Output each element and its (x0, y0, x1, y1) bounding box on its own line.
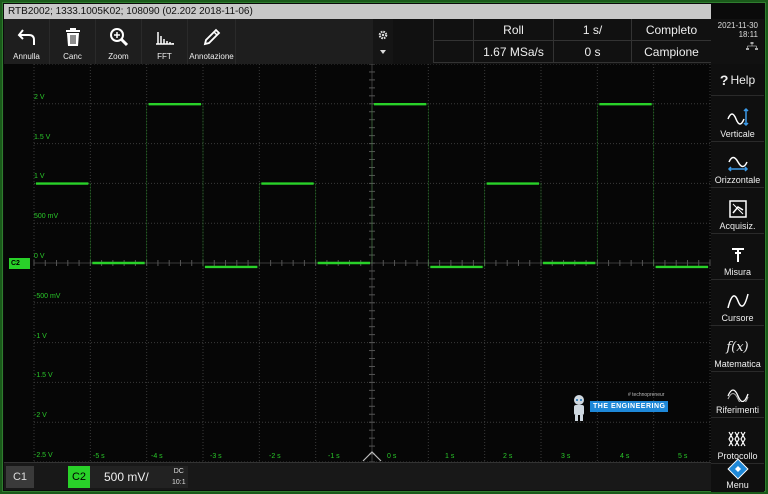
probe-ratio-label: 10:1 (172, 479, 186, 486)
x-tick-label: -3 s (210, 453, 222, 460)
time-offset-field[interactable]: 0 s (553, 41, 631, 63)
help-icon: ? (719, 71, 729, 88)
measure-icon (729, 243, 747, 267)
x-tick-label: 5 s (678, 453, 688, 460)
undo-icon (17, 25, 37, 49)
watermark-tagline: # technopreneur (628, 392, 665, 398)
vertical-icon (726, 105, 749, 129)
x-tick-label: -5 s (93, 453, 105, 460)
fft-icon (154, 25, 176, 49)
delete-label: Canc (63, 52, 82, 61)
run-mode-field[interactable]: Roll (473, 19, 553, 41)
zoom-icon (109, 25, 129, 49)
x-tick-label: 2 s (503, 453, 513, 460)
gear-icon (378, 30, 388, 39)
horizontal-button[interactable]: Orizzontale (711, 142, 764, 188)
menu-button[interactable]: Menu (711, 452, 764, 492)
x-tick-label: 1 s (445, 453, 455, 460)
clock-time: 18:11 (738, 30, 758, 39)
protocol-icon (727, 427, 749, 451)
horizontal-icon (727, 151, 749, 175)
y-tick-label: 500 mV (34, 213, 59, 220)
x-tick-label: -1 s (328, 453, 340, 460)
math-label: Matematica (714, 359, 761, 369)
title-bar: RTB2002; 1333.1005K02; 108090 (02.202 20… (4, 4, 711, 19)
y-tick-label: -2 V (34, 412, 47, 419)
help-label: Help (730, 72, 756, 87)
watermark-name: THE ENGINEERING (590, 401, 669, 412)
reference-icon (726, 381, 749, 405)
y-tick-label: -1.5 V (34, 372, 53, 379)
x-tick-label: -2 s (269, 453, 281, 460)
undo-button[interactable]: Annulla (4, 19, 50, 64)
acquisition-status: Roll 1 s/ Completo 1.67 MSa/s 0 s Campio… (393, 19, 711, 64)
clock-date: 2021-11-30 (717, 21, 758, 30)
y-tick-label: 1.5 V (34, 134, 51, 141)
acquisition-button[interactable]: Acquisiz. (711, 188, 764, 234)
y-tick-label: -1 V (34, 333, 47, 340)
menu-icon (726, 458, 749, 480)
settings-button[interactable] (373, 19, 393, 64)
toolbar: Annulla Canc Zoom FFT Annotazione (4, 19, 373, 64)
horizontal-label: Orizzontale (714, 175, 761, 185)
help-button[interactable]: ? Help (711, 64, 764, 96)
x-tick-label: 4 s (620, 453, 630, 460)
x-tick-label: 0 s (387, 453, 397, 460)
clock: 2021-11-30 18:11 (711, 19, 764, 64)
cursor-button[interactable]: Cursore (711, 280, 764, 326)
y-tick-label: 2 V (34, 94, 45, 101)
pencil-icon (202, 25, 222, 49)
coupling-label: DC (173, 468, 184, 475)
annotation-button[interactable]: Annotazione (188, 19, 236, 64)
cursor-icon (726, 289, 749, 313)
channel-1-button[interactable]: C1 (6, 466, 34, 488)
waveform-display[interactable]: 2 V 1.5 V 1 V 500 mV 0 V -500 mV -1 V -1… (4, 64, 711, 462)
math-button[interactable]: f(x) Matematica (711, 326, 764, 372)
acq-state-field[interactable]: Completo (631, 19, 711, 41)
annotation-label: Annotazione (189, 52, 234, 61)
menu-label: Menu (726, 480, 749, 490)
y-tick-label: 1 V (34, 173, 45, 180)
vertical-label: Verticale (720, 129, 755, 139)
math-icon: f(x) (726, 339, 749, 355)
chevron-down-icon (380, 49, 386, 54)
zoom-button[interactable]: Zoom (96, 19, 142, 64)
undo-label: Annulla (13, 52, 40, 61)
reference-button[interactable]: Riferimenti (711, 372, 764, 418)
channel-2-offset-marker[interactable]: C2 (9, 258, 30, 269)
measure-label: Misura (723, 267, 751, 277)
channel-bar: C1 C2 500 mV/ DC 10:1 (4, 462, 711, 490)
delete-button[interactable]: Canc (50, 19, 96, 64)
reference-label: Riferimenti (715, 405, 759, 415)
y-tick-label: -500 mV (34, 293, 61, 300)
status-cell-blank-2 (433, 41, 473, 63)
trash-icon (64, 25, 82, 49)
channel-2-coupling[interactable]: DC 10:1 (172, 466, 186, 488)
x-tick-label: -4 s (151, 453, 163, 460)
acquisition-icon (728, 197, 747, 221)
right-sidebar: ? Help Verticale Orizzontale Acquisiz. M… (711, 64, 764, 492)
acquisition-label: Acquisiz. (719, 221, 756, 231)
fft-label: FFT (157, 52, 172, 61)
timebase-field[interactable]: 1 s/ (553, 19, 631, 41)
y-tick-label: -2.5 V (34, 452, 53, 459)
network-icon (746, 42, 758, 50)
sample-rate-field[interactable]: 1.67 MSa/s (473, 41, 553, 63)
zoom-label: Zoom (108, 52, 129, 61)
robot-icon (574, 395, 584, 421)
cursor-label: Cursore (721, 313, 754, 323)
vertical-button[interactable]: Verticale (711, 96, 764, 142)
fft-button[interactable]: FFT (142, 19, 188, 64)
y-tick-label: 0 V (34, 253, 45, 260)
status-cell-blank-1 (433, 19, 473, 41)
watermark-logo: # technopreneur THE ENGINEERING (570, 392, 682, 426)
x-tick-label: 3 s (561, 453, 571, 460)
measure-button[interactable]: Misura (711, 234, 764, 280)
channel-2-button[interactable]: C2 (68, 466, 90, 488)
acq-mode-field[interactable]: Campione (631, 41, 711, 63)
waveform-edge (34, 103, 710, 268)
